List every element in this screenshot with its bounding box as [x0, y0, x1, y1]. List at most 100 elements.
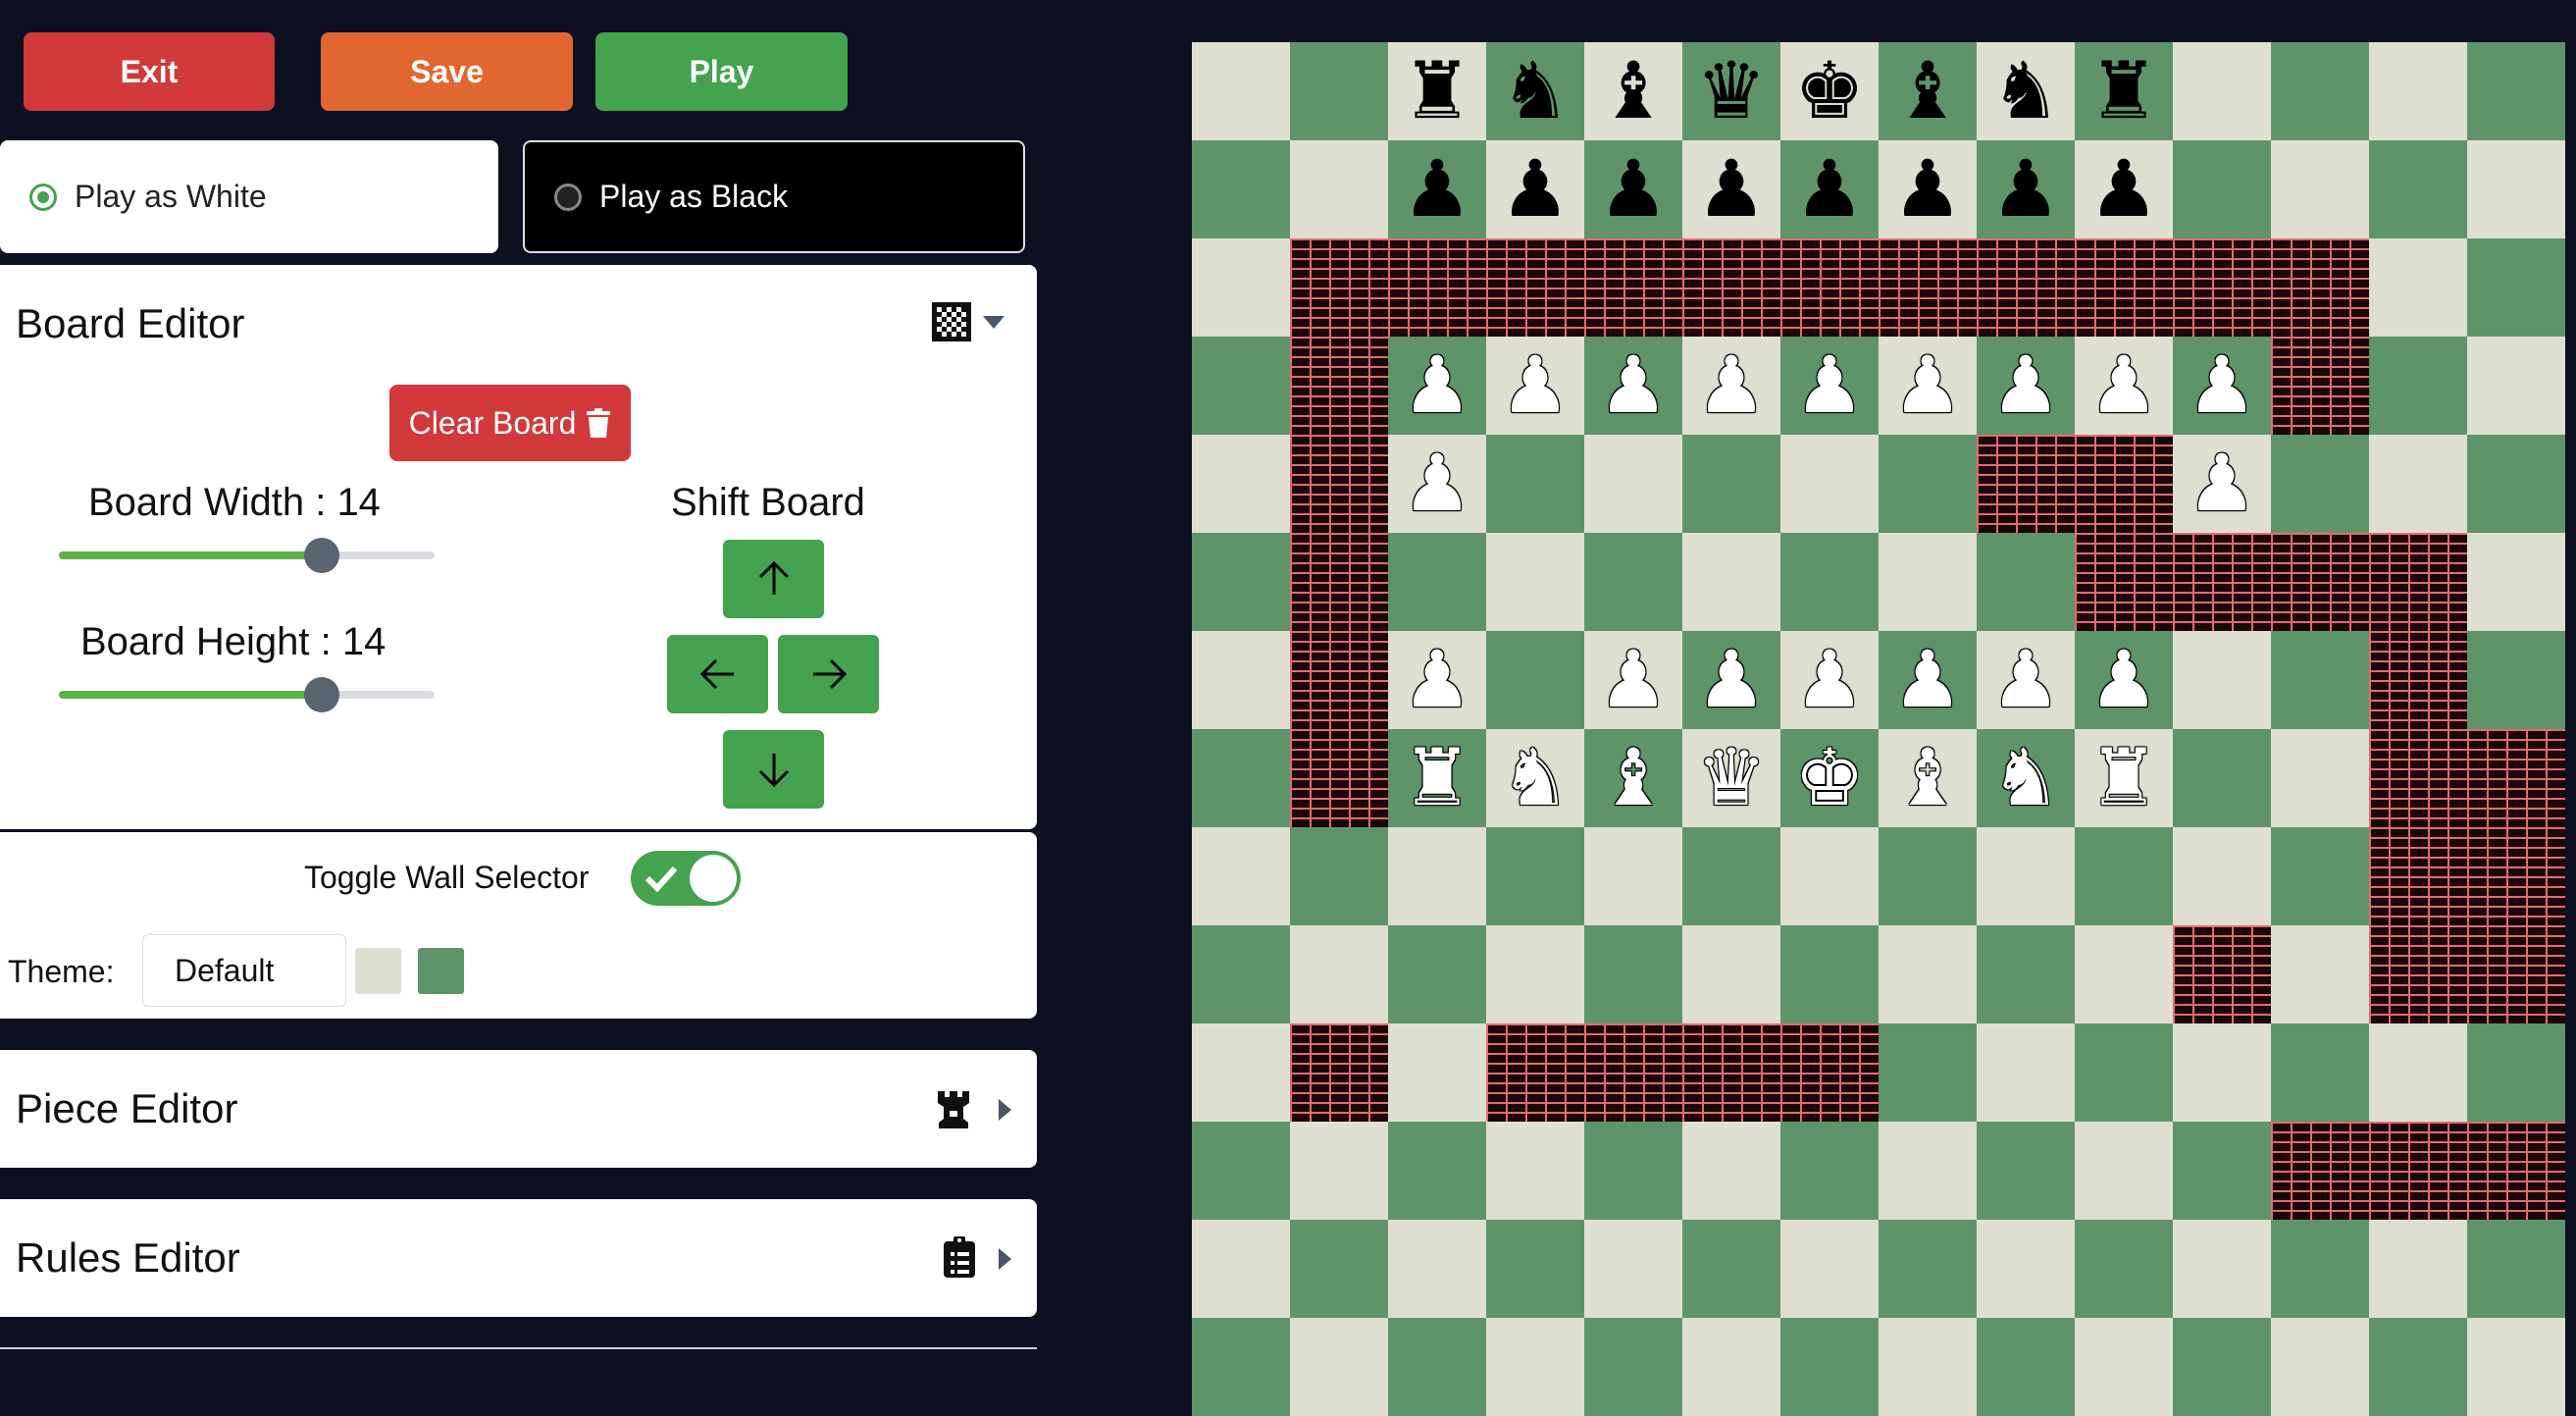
board-square[interactable]	[1682, 925, 1780, 1023]
board-height-slider[interactable]	[59, 677, 435, 712]
board-square[interactable]	[2075, 925, 2173, 1023]
white-pawn-icon[interactable]: ♟	[1486, 337, 1584, 435]
board-square[interactable]	[1290, 1220, 1388, 1318]
board-wall-square[interactable]	[1977, 238, 2075, 337]
white-pawn-icon[interactable]: ♟	[1977, 631, 2075, 729]
board-square[interactable]	[2467, 1023, 2565, 1122]
board-square[interactable]	[1486, 435, 1584, 533]
board-square[interactable]	[2467, 1318, 2565, 1416]
board-square[interactable]	[2369, 1220, 2467, 1318]
board-wall-square[interactable]	[1290, 533, 1388, 631]
white-pawn-icon[interactable]: ♟	[1682, 631, 1780, 729]
board-square[interactable]	[1977, 1220, 2075, 1318]
board-wall-square[interactable]	[2369, 729, 2467, 827]
shift-right-button[interactable]	[778, 635, 879, 713]
board-square[interactable]	[1584, 1318, 1682, 1416]
board-square[interactable]	[1977, 1318, 2075, 1416]
board-wall-square[interactable]	[1290, 435, 1388, 533]
board-square[interactable]	[1388, 925, 1486, 1023]
board-square[interactable]	[1682, 1318, 1780, 1416]
board-square[interactable]	[1388, 1318, 1486, 1416]
board-square[interactable]	[1388, 1220, 1486, 1318]
board-square[interactable]	[1682, 1122, 1780, 1220]
board-wall-square[interactable]	[2467, 729, 2565, 827]
board-square[interactable]	[1584, 1122, 1682, 1220]
board-square[interactable]	[1780, 533, 1879, 631]
board-square[interactable]	[1192, 1122, 1290, 1220]
board-square[interactable]	[1192, 140, 1290, 238]
white-pawn-icon[interactable]: ♟	[2173, 337, 2271, 435]
white-pawn-icon[interactable]: ♟	[1780, 631, 1879, 729]
board-square[interactable]	[1192, 827, 1290, 925]
board-square[interactable]	[1192, 1220, 1290, 1318]
board-square[interactable]	[1879, 925, 1977, 1023]
board-square[interactable]	[1192, 925, 1290, 1023]
board-square[interactable]	[1192, 238, 1290, 337]
board-square[interactable]	[1682, 435, 1780, 533]
shift-down-button[interactable]	[723, 730, 824, 809]
board-square[interactable]	[2271, 42, 2369, 140]
theme-select[interactable]: Default	[142, 934, 346, 1007]
board-square[interactable]	[1584, 435, 1682, 533]
board-wall-square[interactable]	[1977, 435, 2075, 533]
shift-left-button[interactable]	[667, 635, 768, 713]
board-wall-square[interactable]	[1682, 1023, 1780, 1122]
board-square[interactable]	[1780, 827, 1879, 925]
clear-board-button[interactable]: Clear Board	[389, 385, 631, 461]
board-square[interactable]	[1977, 533, 2075, 631]
board-square[interactable]	[2369, 1023, 2467, 1122]
board-square[interactable]	[2271, 1023, 2369, 1122]
board-square[interactable]	[1879, 1122, 1977, 1220]
board-square[interactable]	[1486, 1220, 1584, 1318]
board-square[interactable]	[2467, 238, 2565, 337]
board-square[interactable]	[2467, 42, 2565, 140]
white-pawn-icon[interactable]: ♟	[1977, 337, 2075, 435]
board-square[interactable]	[1977, 1023, 2075, 1122]
board-square[interactable]	[1584, 827, 1682, 925]
board-square[interactable]	[2075, 1318, 2173, 1416]
board-square[interactable]	[2271, 827, 2369, 925]
play-button[interactable]: Play	[595, 32, 848, 111]
board-square[interactable]	[2369, 1318, 2467, 1416]
board-square[interactable]	[1780, 1318, 1879, 1416]
board-wall-square[interactable]	[2075, 533, 2173, 631]
board-height-slider-handle[interactable]	[304, 677, 340, 712]
black-pawn-icon[interactable]: ♟	[1682, 140, 1780, 238]
board-wall-square[interactable]	[1290, 631, 1388, 729]
white-pawn-icon[interactable]: ♟	[1682, 337, 1780, 435]
board-square[interactable]	[1780, 1122, 1879, 1220]
board-square[interactable]	[1879, 1023, 1977, 1122]
board-square[interactable]	[1486, 827, 1584, 925]
black-king-icon[interactable]: ♚	[1780, 42, 1879, 140]
board-square[interactable]	[1879, 1220, 1977, 1318]
board-square[interactable]	[1486, 631, 1584, 729]
board-square[interactable]	[1682, 827, 1780, 925]
board-square[interactable]	[2173, 1122, 2271, 1220]
board-square[interactable]	[1977, 1122, 2075, 1220]
board-square[interactable]	[2271, 435, 2369, 533]
board-square[interactable]	[1388, 533, 1486, 631]
board-square[interactable]	[1192, 1023, 1290, 1122]
board-wall-square[interactable]	[2467, 827, 2565, 925]
board-wall-square[interactable]	[1879, 238, 1977, 337]
board-wall-square[interactable]	[1290, 238, 1388, 337]
board-square[interactable]	[1290, 42, 1388, 140]
board-square[interactable]	[1486, 925, 1584, 1023]
black-knight-icon[interactable]: ♞	[1486, 42, 1584, 140]
white-rook-icon[interactable]: ♜	[2075, 729, 2173, 827]
black-rook-icon[interactable]: ♜	[1388, 42, 1486, 140]
board-wall-square[interactable]	[2369, 631, 2467, 729]
black-bishop-icon[interactable]: ♝	[1879, 42, 1977, 140]
board-square[interactable]	[2271, 925, 2369, 1023]
board-width-slider-handle[interactable]	[304, 538, 340, 573]
board-wall-square[interactable]	[2369, 533, 2467, 631]
board-wall-square[interactable]	[2075, 238, 2173, 337]
board-square[interactable]	[1682, 1220, 1780, 1318]
board-square[interactable]	[2075, 1023, 2173, 1122]
board-square[interactable]	[1192, 729, 1290, 827]
white-knight-icon[interactable]: ♞	[1486, 729, 1584, 827]
white-pawn-icon[interactable]: ♟	[1388, 337, 1486, 435]
board-wall-square[interactable]	[2369, 1122, 2467, 1220]
black-pawn-icon[interactable]: ♟	[1584, 140, 1682, 238]
shift-up-button[interactable]	[723, 540, 824, 618]
